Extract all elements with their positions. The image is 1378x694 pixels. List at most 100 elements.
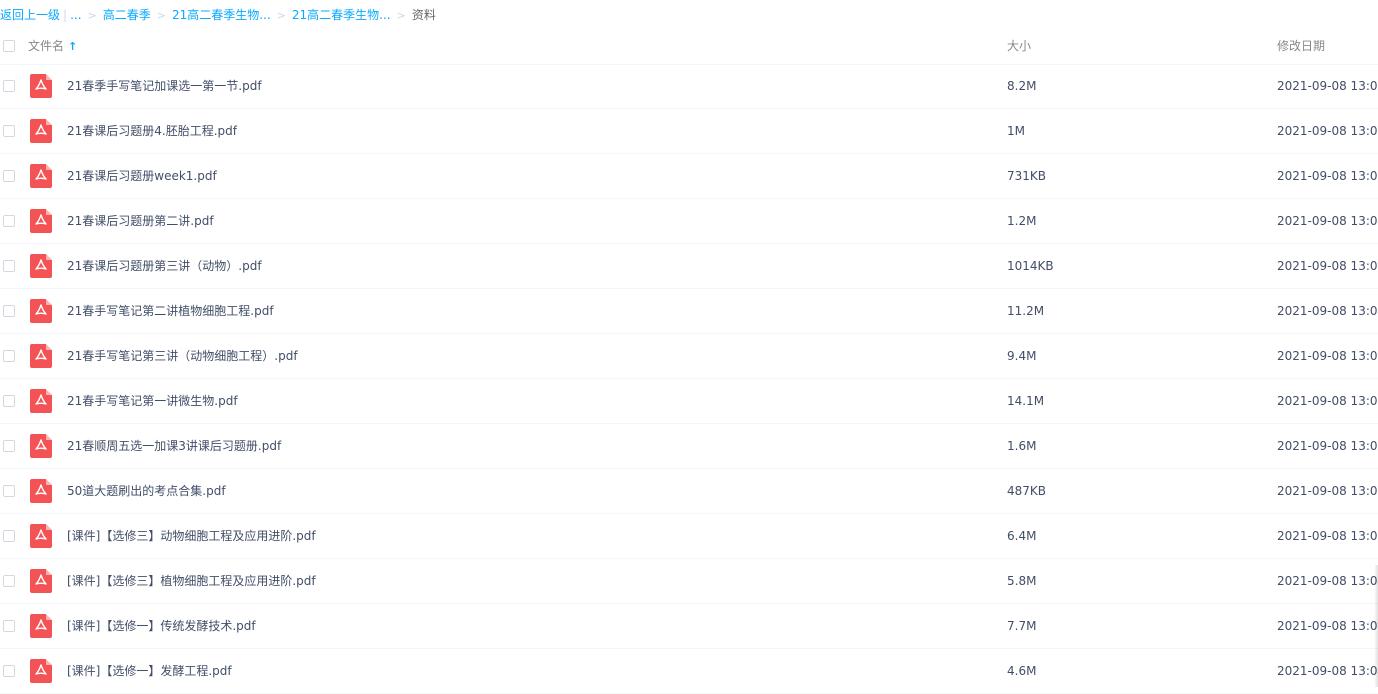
file-size: 4.6M	[1007, 664, 1037, 678]
pdf-symbol-icon	[35, 394, 47, 405]
pdf-icon[interactable]	[30, 299, 52, 323]
chevron-right-icon: >	[396, 9, 406, 22]
file-checkbox[interactable]	[3, 395, 15, 407]
file-row[interactable]: [课件]【选修一】发酵工程.pdf 4.6M 2021-09-08 13:07	[0, 649, 1378, 694]
pdf-symbol-icon	[35, 79, 47, 90]
panel-edge-shadow	[1374, 565, 1378, 687]
file-name[interactable]: 21春顺周五选一加课3讲课后习题册.pdf	[67, 424, 281, 468]
file-date: 2021-09-08 13:07	[1277, 574, 1378, 588]
file-name[interactable]: 21春课后习题册4.胚胎工程.pdf	[67, 109, 237, 153]
file-size: 7.7M	[1007, 619, 1037, 633]
breadcrumb-item-2[interactable]: 21高二春季生物...	[172, 8, 271, 22]
file-row[interactable]: [课件]【选修三】植物细胞工程及应用进阶.pdf 5.8M 2021-09-08 1…	[0, 559, 1378, 604]
breadcrumb-item-3[interactable]: 21高二春季生物...	[292, 8, 391, 22]
file-name[interactable]: [课件]【选修一】传统发酵技术.pdf	[67, 604, 256, 648]
pdf-icon[interactable]	[30, 344, 52, 368]
file-row[interactable]: 21春手写笔记第三讲（动物细胞工程）.pdf 9.4M 2021-09-08 13:…	[0, 334, 1378, 379]
file-date: 2021-09-08 13:07	[1277, 664, 1378, 678]
file-checkbox[interactable]	[3, 260, 15, 272]
file-name[interactable]: [课件]【选修三】植物细胞工程及应用进阶.pdf	[67, 559, 316, 603]
file-checkbox[interactable]	[3, 170, 15, 182]
file-row[interactable]: 21春手写笔记第二讲植物细胞工程.pdf 11.2M 2021-09-08 13:0…	[0, 289, 1378, 334]
file-checkbox[interactable]	[3, 125, 15, 137]
file-name[interactable]: 21春手写笔记第三讲（动物细胞工程）.pdf	[67, 334, 298, 378]
pdf-icon[interactable]	[30, 74, 52, 98]
file-checkbox[interactable]	[3, 215, 15, 227]
file-checkbox[interactable]	[3, 440, 15, 452]
pdf-icon[interactable]	[30, 164, 52, 188]
file-date: 2021-09-08 13:07	[1277, 529, 1378, 543]
file-name[interactable]: [课件]【选修一】发酵工程.pdf	[67, 649, 232, 693]
file-checkbox[interactable]	[3, 350, 15, 362]
file-row[interactable]: 21春课后习题册第三讲（动物）.pdf 1014KB 2021-09-08 13:0…	[0, 244, 1378, 289]
file-date: 2021-09-08 13:07	[1277, 124, 1378, 138]
file-checkbox[interactable]	[3, 80, 15, 92]
arrow-up-icon[interactable]: ↑	[68, 31, 77, 63]
column-header-name[interactable]: 文件名 ↑	[28, 30, 77, 62]
file-checkbox[interactable]	[3, 485, 15, 497]
file-row[interactable]: 21春手写笔记第一讲微生物.pdf 14.1M 2021-09-08 13:07	[0, 379, 1378, 424]
pdf-icon[interactable]	[30, 524, 52, 548]
file-row[interactable]: 21春课后习题册4.胚胎工程.pdf 1M 2021-09-08 13:07	[0, 109, 1378, 154]
file-size: 11.2M	[1007, 304, 1045, 318]
file-size: 9.4M	[1007, 349, 1037, 363]
pdf-icon[interactable]	[30, 659, 52, 683]
pdf-symbol-icon	[35, 529, 47, 540]
column-header-date[interactable]: 修改日期	[1277, 30, 1325, 62]
pdf-icon[interactable]	[30, 389, 52, 413]
pdf-icon[interactable]	[30, 434, 52, 458]
file-row[interactable]: 21春课后习题册week1.pdf 731KB 2021-09-08 13:07	[0, 154, 1378, 199]
file-size: 1.2M	[1007, 214, 1037, 228]
column-header-name-label: 文件名	[28, 39, 65, 53]
file-row[interactable]: 21春课后习题册第二讲.pdf 1.2M 2021-09-08 13:07	[0, 199, 1378, 244]
file-name[interactable]: 21春手写笔记第一讲微生物.pdf	[67, 379, 238, 423]
file-row[interactable]: 21春顺周五选一加课3讲课后习题册.pdf 1.6M 2021-09-08 13:0…	[0, 424, 1378, 469]
file-size: 1M	[1007, 124, 1025, 138]
back-up-link[interactable]: 返回上一级	[0, 8, 60, 22]
breadcrumb-item-1[interactable]: 高二春季	[103, 8, 151, 22]
pdf-icon[interactable]	[30, 614, 52, 638]
file-size: 5.8M	[1007, 574, 1037, 588]
file-checkbox[interactable]	[3, 575, 15, 587]
file-name[interactable]: 50道大题刷出的考点合集.pdf	[67, 469, 226, 513]
pdf-symbol-icon	[35, 619, 47, 630]
breadcrumb-ellipsis[interactable]: ...	[70, 8, 81, 22]
chevron-right-icon: >	[156, 9, 166, 22]
file-checkbox[interactable]	[3, 620, 15, 632]
breadcrumb: 返回上一级 |... > 高二春季 >21高二春季生物... >21高二春季生物... > 资…	[0, 0, 436, 30]
pdf-symbol-icon	[35, 664, 47, 675]
pdf-symbol-icon	[35, 124, 47, 135]
pdf-icon[interactable]	[30, 119, 52, 143]
breadcrumb-separator: |	[63, 8, 68, 22]
column-header-size[interactable]: 大小	[1007, 30, 1031, 62]
file-checkbox[interactable]	[3, 530, 15, 542]
file-name[interactable]: 21春季手写笔记加课选一第一节.pdf	[67, 64, 262, 108]
file-checkbox[interactable]	[3, 305, 15, 317]
file-name[interactable]: 21春课后习题册第三讲（动物）.pdf	[67, 244, 262, 288]
file-size: 8.2M	[1007, 79, 1037, 93]
file-checkbox[interactable]	[3, 665, 15, 677]
file-size: 487KB	[1007, 484, 1047, 498]
file-row[interactable]: [课件]【选修一】传统发酵技术.pdf 7.7M 2021-09-08 13:07	[0, 604, 1378, 649]
file-row[interactable]: 21春季手写笔记加课选一第一节.pdf 8.2M 2021-09-08 13:07	[0, 64, 1378, 109]
file-date: 2021-09-08 13:07	[1277, 169, 1378, 183]
pdf-icon[interactable]	[30, 254, 52, 278]
select-all-checkbox[interactable]	[3, 40, 15, 52]
file-date: 2021-09-08 13:07	[1277, 439, 1378, 453]
pdf-icon[interactable]	[30, 479, 52, 503]
pdf-symbol-icon	[35, 574, 47, 585]
file-date: 2021-09-08 13:07	[1277, 79, 1378, 93]
file-name[interactable]: 21春课后习题册week1.pdf	[67, 154, 217, 198]
file-size: 14.1M	[1007, 394, 1045, 408]
file-name[interactable]: 21春课后习题册第二讲.pdf	[67, 199, 214, 243]
pdf-icon[interactable]	[30, 569, 52, 593]
file-size: 1014KB	[1007, 259, 1054, 273]
file-row[interactable]: 50道大题刷出的考点合集.pdf 487KB 2021-09-08 13:07	[0, 469, 1378, 514]
breadcrumb-current: 资料	[411, 8, 436, 22]
pdf-icon[interactable]	[30, 209, 52, 233]
file-row[interactable]: [课件]【选修三】动物细胞工程及应用进阶.pdf 6.4M 2021-09-08 1…	[0, 514, 1378, 559]
file-name[interactable]: 21春手写笔记第二讲植物细胞工程.pdf	[67, 289, 274, 333]
file-size: 6.4M	[1007, 529, 1037, 543]
file-name[interactable]: [课件]【选修三】动物细胞工程及应用进阶.pdf	[67, 514, 316, 558]
file-size: 731KB	[1007, 169, 1047, 183]
